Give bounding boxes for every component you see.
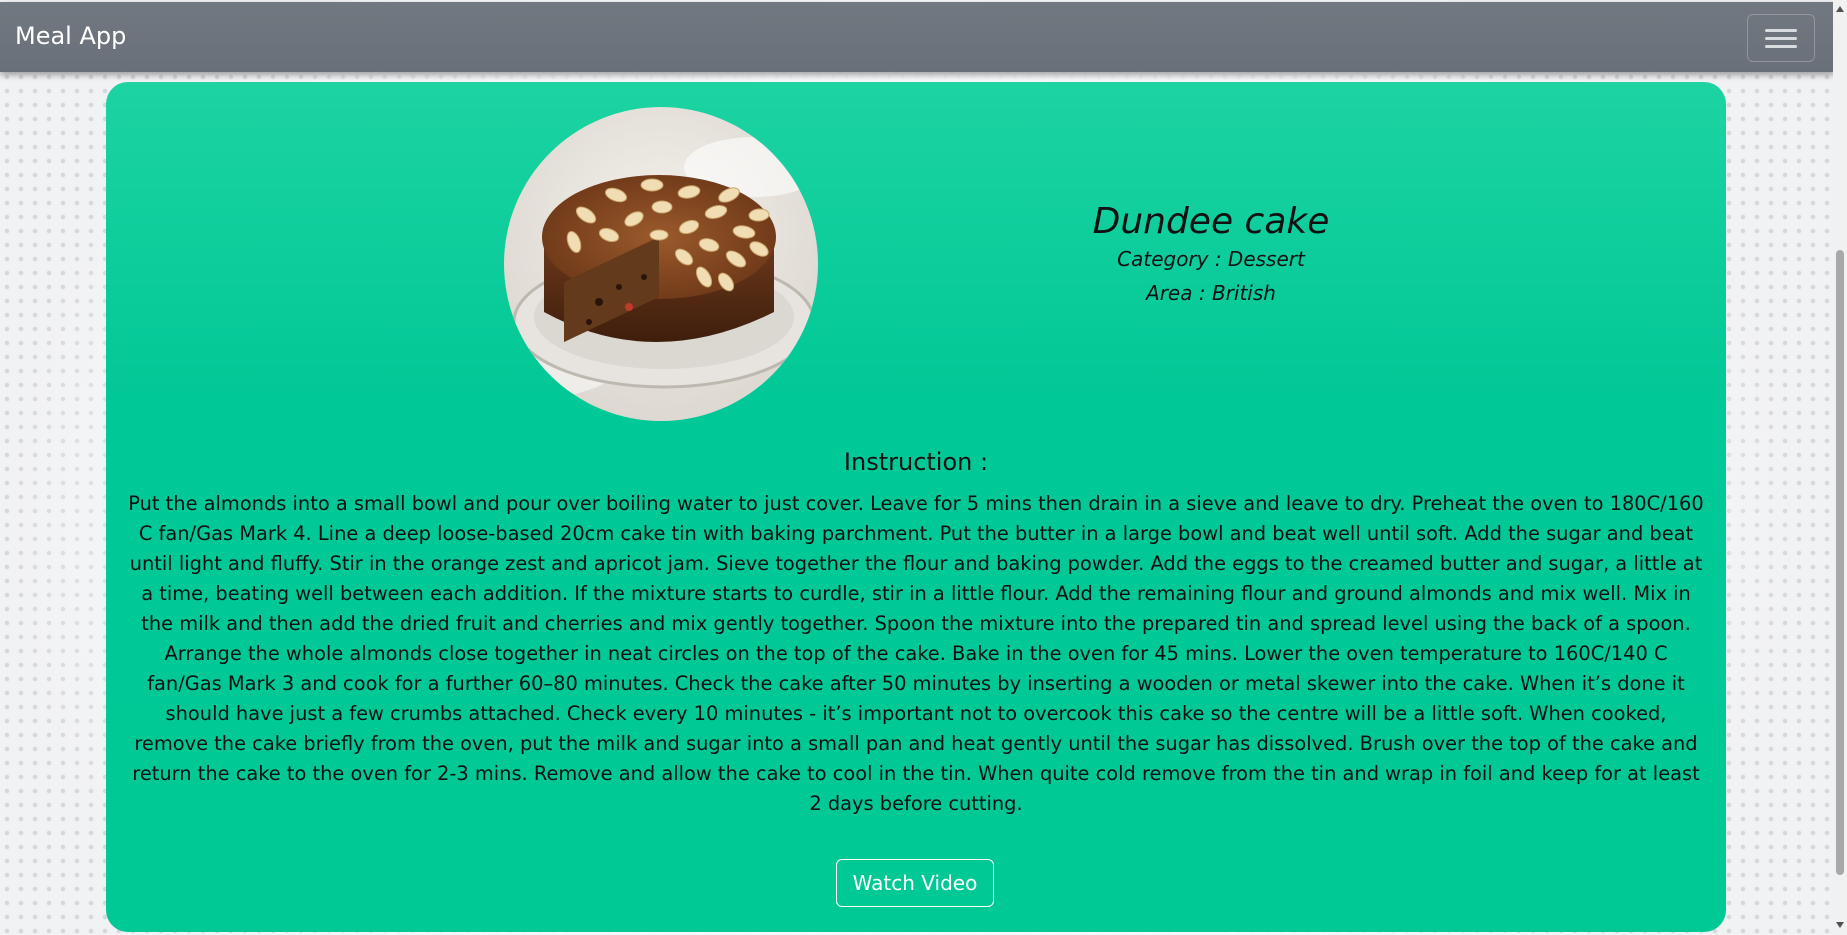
scrollbar-thumb[interactable] xyxy=(1836,250,1844,875)
navbar-toggle-button[interactable] xyxy=(1747,14,1815,62)
instruction-heading: Instruction : xyxy=(843,448,989,476)
scroll-up-arrow-icon[interactable] xyxy=(1836,6,1844,12)
meal-image xyxy=(504,107,818,421)
watch-video-button[interactable]: Watch Video xyxy=(836,859,994,907)
meal-area: Area : British xyxy=(1146,281,1276,305)
meal-category: Category : Dessert xyxy=(1117,247,1305,271)
meal-info: Dundee cake Category : Dessert Area : Br… xyxy=(1024,202,1398,310)
top-navbar: Meal App xyxy=(0,2,1835,72)
meal-title: Dundee cake xyxy=(1092,201,1330,242)
scroll-down-arrow-icon[interactable] xyxy=(1836,922,1844,928)
vertical-scrollbar[interactable] xyxy=(1833,0,1847,935)
meal-detail-card: Dundee cake Category : Dessert Area : Br… xyxy=(106,82,1726,932)
instruction-text: Put the almonds into a small bowl and po… xyxy=(128,492,1704,815)
brand-logo-text[interactable]: Meal App xyxy=(15,22,126,50)
